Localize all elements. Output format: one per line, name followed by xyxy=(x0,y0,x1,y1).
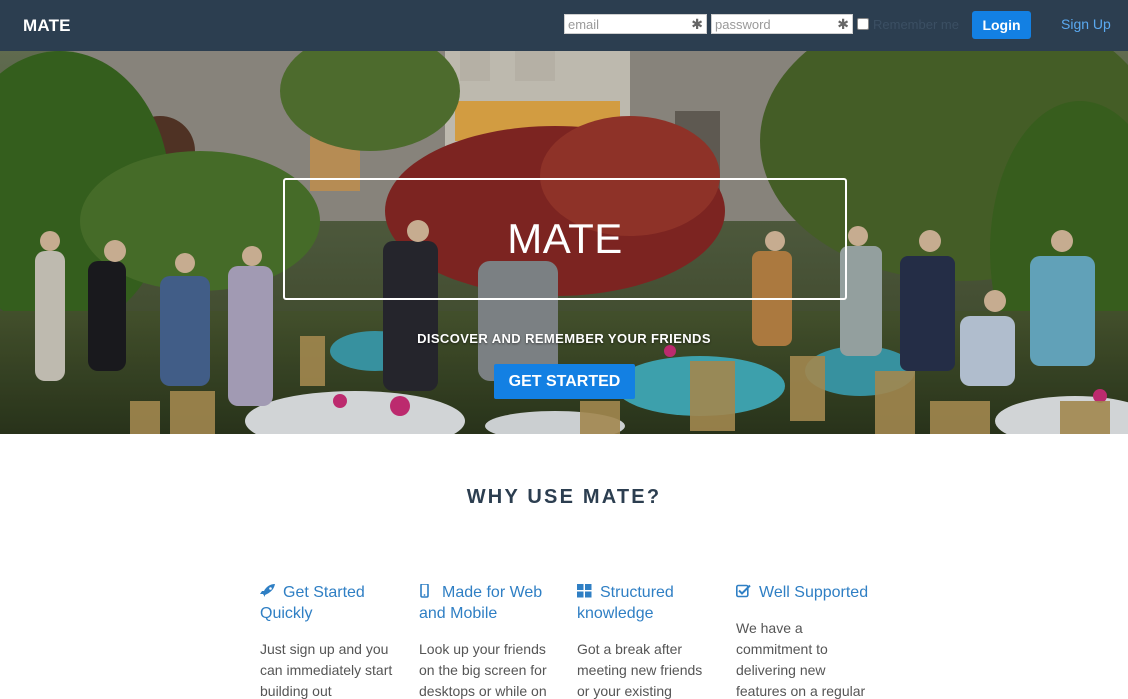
feature-description: We have a commitment to delivering new f… xyxy=(736,620,866,699)
rocket-icon xyxy=(260,584,275,597)
feature-title: Get Started Quickly xyxy=(260,584,365,622)
feature-description: Look up your friends on the big screen f… xyxy=(419,641,547,699)
required-icon: ✱ xyxy=(837,16,849,32)
remember-me-checkbox[interactable] xyxy=(857,18,869,30)
signup-link[interactable]: Sign Up xyxy=(1061,16,1111,32)
top-navbar: MATE ✱ ✱ Remember me Login Sign Up xyxy=(0,0,1128,51)
feature-well-supported: Well Supported We have a commitment to d… xyxy=(736,582,871,699)
feature-description: Got a break after meeting new friends or… xyxy=(577,641,703,699)
feature-web-mobile: Made for Web and Mobile Look up your fri… xyxy=(419,582,554,699)
email-input[interactable] xyxy=(565,15,706,33)
features-section-title: WHY USE MATE? xyxy=(466,486,662,508)
mobile-icon xyxy=(420,584,429,598)
remember-me-label[interactable]: Remember me xyxy=(873,17,959,32)
brand-logo[interactable]: MATE xyxy=(23,16,71,36)
feature-structured-knowledge: Structured knowledge Got a break after m… xyxy=(577,582,712,699)
feature-description: Just sign up and you can immediately sta… xyxy=(260,641,393,699)
feature-title: Well Supported xyxy=(736,582,871,603)
feature-title: Structured knowledge xyxy=(577,584,674,622)
login-button[interactable]: Login xyxy=(972,11,1031,39)
hero-title: MATE xyxy=(507,215,623,262)
get-started-button[interactable]: GET STARTED xyxy=(494,364,635,399)
grid-icon xyxy=(577,584,592,598)
password-input[interactable] xyxy=(712,15,852,33)
hero-title-frame: MATE xyxy=(283,178,847,300)
email-field[interactable]: ✱ xyxy=(564,14,707,34)
hero-section: MATE DISCOVER AND REMEMBER YOUR FRIENDS … xyxy=(0,51,1128,434)
feature-get-started: Get Started Quickly Just sign up and you… xyxy=(260,582,395,699)
remember-me[interactable]: Remember me xyxy=(857,16,959,32)
password-field[interactable]: ✱ xyxy=(711,14,853,34)
required-icon: ✱ xyxy=(691,16,703,32)
checkbox-icon xyxy=(736,584,751,598)
feature-title: Made for Web and Mobile xyxy=(419,584,543,622)
hero-tagline: DISCOVER AND REMEMBER YOUR FRIENDS xyxy=(417,331,711,346)
